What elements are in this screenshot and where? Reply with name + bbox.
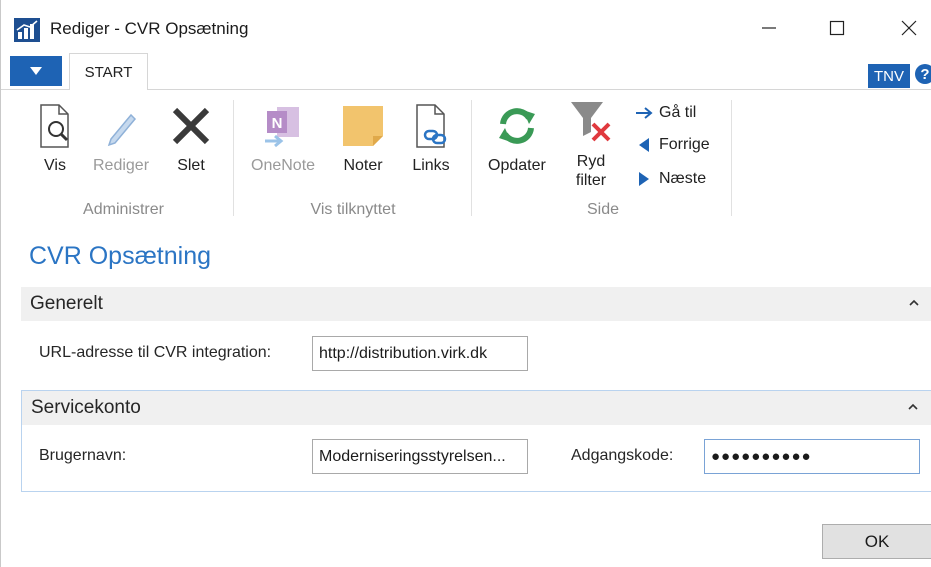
- section-header-servicekonto[interactable]: Servicekonto: [22, 391, 931, 425]
- links-button[interactable]: Links: [407, 102, 455, 175]
- onenote-icon: N: [265, 107, 300, 148]
- password-label: Adgangskode:: [571, 447, 674, 464]
- vis-button[interactable]: Vis: [31, 102, 79, 175]
- maximize-icon: [829, 20, 845, 36]
- minimize-icon: [762, 27, 776, 29]
- username-label: Brugernavn:: [39, 447, 127, 464]
- ryd-filter-button[interactable]: Ryd filter: [567, 98, 615, 190]
- opdater-button[interactable]: Opdater: [488, 102, 546, 175]
- ribbon-separator: [731, 100, 732, 216]
- slet-button[interactable]: Slet: [167, 102, 215, 175]
- gaa-til-button[interactable]: Gå til: [635, 104, 696, 122]
- links-label: Links: [412, 157, 450, 174]
- chevron-up-icon[interactable]: [908, 297, 920, 309]
- url-label: URL-adresse til CVR integration:: [39, 344, 272, 361]
- gaa-til-label: Gå til: [659, 104, 697, 121]
- slet-label: Slet: [177, 157, 205, 174]
- url-field[interactable]: http://distribution.virk.dk: [312, 336, 528, 371]
- help-icon[interactable]: ?: [914, 63, 931, 85]
- delete-x-icon: [172, 107, 210, 145]
- rediger-label: Rediger: [93, 157, 150, 174]
- ribbon: Vis Rediger Slet Administrer N OneNote N…: [1, 90, 931, 226]
- goto-arrow-icon: [636, 107, 653, 119]
- view-document-icon: [40, 104, 69, 148]
- maximize-button[interactable]: [817, 8, 857, 48]
- title-bar: Rediger - CVR Opsætning: [1, 0, 931, 50]
- ok-button[interactable]: OK: [822, 524, 931, 559]
- svg-text:N: N: [272, 115, 283, 132]
- forrige-button[interactable]: Forrige: [635, 136, 710, 154]
- ribbon-separator: [471, 100, 472, 216]
- clear-filter-icon: [571, 102, 611, 142]
- dialog-window: Rediger - CVR Opsætning START TNV ? Vis …: [0, 0, 931, 567]
- username-field[interactable]: Moderniseringsstyrelsen...: [312, 439, 528, 474]
- naeste-label: Næste: [659, 170, 707, 187]
- ribbon-separator: [233, 100, 234, 216]
- link-document-icon: [416, 104, 447, 148]
- opdater-label: Opdater: [488, 157, 546, 174]
- group-label-vis-tilknyttet: Vis tilknyttet: [310, 201, 396, 218]
- ryd-filter-label-line2: filter: [575, 172, 607, 189]
- password-field[interactable]: ●●●●●●●●●●: [704, 439, 920, 474]
- section-title-generelt: Generelt: [30, 293, 103, 314]
- close-button[interactable]: [889, 8, 929, 48]
- app-menu-button[interactable]: [10, 56, 62, 86]
- ribbon-tab-row: START TNV ?: [1, 52, 931, 91]
- minimize-button[interactable]: [749, 8, 789, 48]
- noter-button[interactable]: Noter: [339, 102, 387, 175]
- close-icon: [901, 20, 917, 36]
- edit-pencil-icon: [107, 113, 137, 147]
- tab-start[interactable]: START: [69, 53, 148, 91]
- section-title-servicekonto: Servicekonto: [31, 397, 141, 418]
- vis-label: Vis: [44, 157, 66, 174]
- ryd-filter-label: Ryd filter: [576, 152, 606, 190]
- next-triangle-icon: [639, 172, 649, 186]
- group-label-administrer: Administrer: [83, 201, 164, 218]
- svg-text:?: ?: [920, 66, 929, 83]
- user-badge[interactable]: TNV: [868, 64, 910, 88]
- noter-label: Noter: [343, 157, 383, 174]
- rediger-button[interactable]: Rediger: [93, 102, 149, 175]
- group-label-side: Side: [586, 201, 620, 218]
- forrige-label: Forrige: [659, 136, 710, 153]
- window-title: Rediger - CVR Opsætning: [50, 19, 249, 38]
- chevron-up-icon[interactable]: [907, 401, 919, 413]
- previous-triangle-icon: [639, 138, 649, 152]
- refresh-icon: [498, 108, 535, 144]
- note-icon: [343, 106, 383, 146]
- app-chart-icon: [14, 18, 40, 42]
- onenote-label: OneNote: [251, 157, 316, 174]
- ryd-filter-label-line1: Ryd: [576, 153, 606, 170]
- onenote-button[interactable]: N OneNote: [251, 102, 315, 175]
- naeste-button[interactable]: Næste: [635, 170, 706, 188]
- section-header-generelt[interactable]: Generelt: [21, 287, 931, 321]
- page-title: CVR Opsætning: [29, 242, 212, 270]
- dropdown-triangle-icon: [30, 67, 42, 75]
